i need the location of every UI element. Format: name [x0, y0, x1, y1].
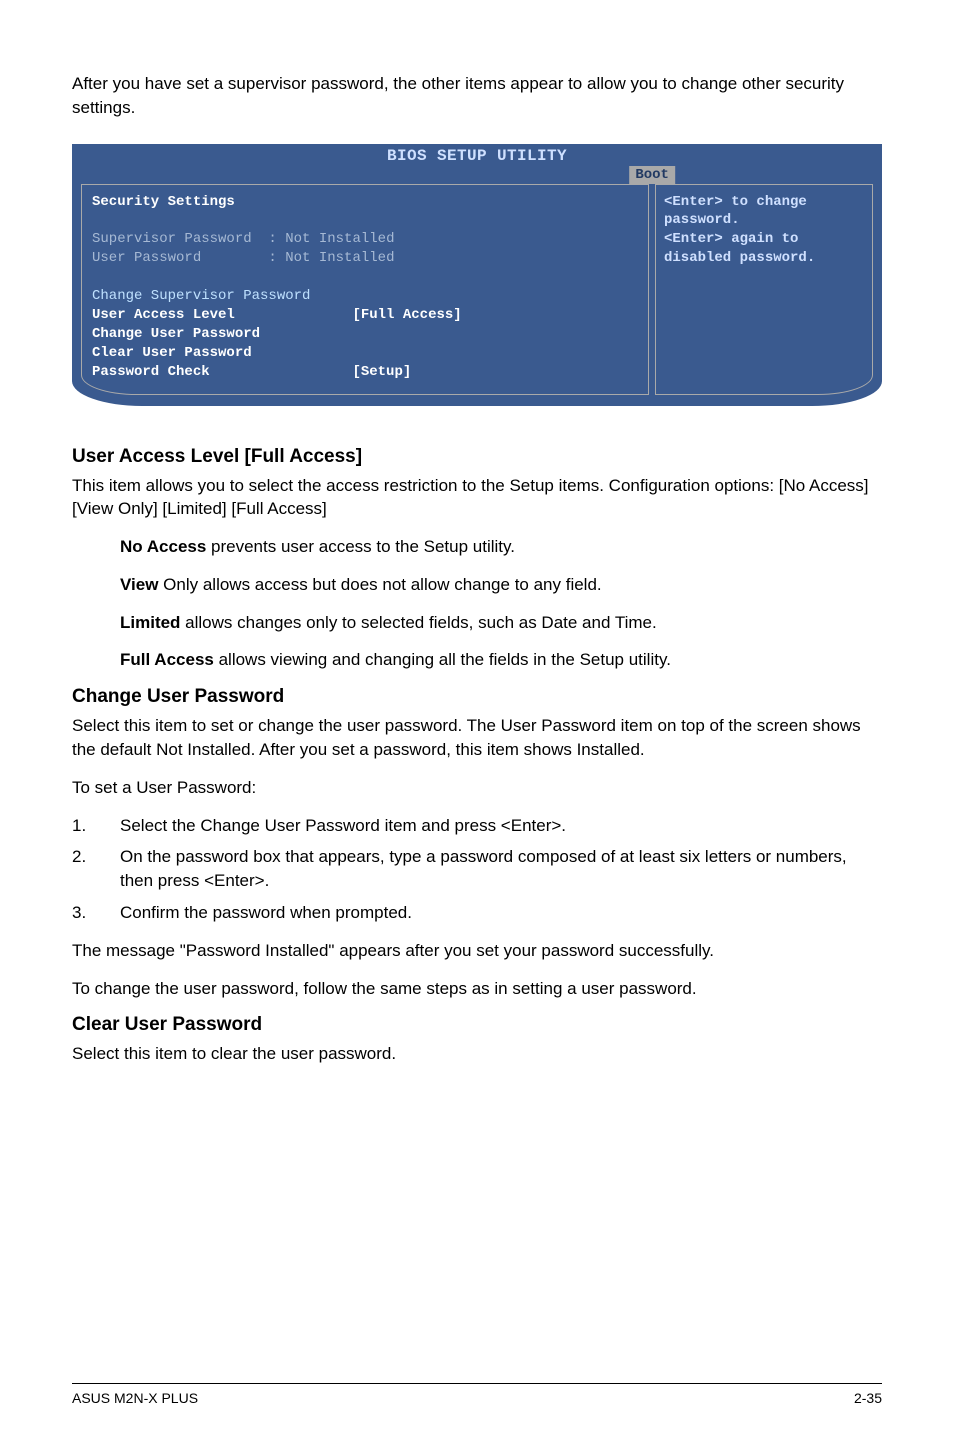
step-3-text: Confirm the password when prompted.	[120, 901, 412, 925]
step-2: 2.On the password box that appears, type…	[72, 845, 882, 893]
bios-tab: Boot	[629, 166, 675, 184]
sec1-b2-bold: View	[120, 575, 158, 594]
sec3-heading: Clear User Password	[72, 1014, 882, 1036]
user-pw-label: User Password :	[92, 250, 277, 266]
sec1-b2: View Only allows access but does not all…	[72, 573, 882, 597]
sec3-p1: Select this item to clear the user passw…	[72, 1042, 882, 1066]
sec1-b3-bold: Limited	[120, 613, 180, 632]
clear-user-pw: Clear User Password	[92, 345, 252, 361]
sec1-heading: User Access Level [Full Access]	[72, 446, 882, 468]
sec1-p1: This item allows you to select the acces…	[72, 474, 882, 522]
step-2-text: On the password box that appears, type a…	[120, 845, 882, 893]
change-sup-pw: Change Supervisor Password	[92, 288, 310, 304]
sec2-p3: The message "Password Installed" appears…	[72, 939, 882, 963]
change-user-pw: Change User Password	[92, 326, 260, 342]
sec1-b1: No Access prevents user access to the Se…	[72, 535, 882, 559]
sup-pw-value: Not Installed	[285, 231, 394, 247]
page-footer: ASUS M2N-X PLUS 2-35	[72, 1383, 882, 1406]
ual-value: [Full Access]	[352, 307, 461, 323]
bios-left-pane: Security Settings Supervisor Password : …	[81, 184, 649, 395]
step-num-1: 1.	[72, 814, 120, 838]
pwcheck-value: [Setup]	[352, 364, 411, 380]
bios-screenshot: BIOS SETUP UTILITY Boot Security Setting…	[72, 144, 882, 406]
sup-pw-label: Supervisor Password :	[92, 231, 277, 247]
sec1-b1-bold: No Access	[120, 537, 206, 556]
sec1-b3: Limited allows changes only to selected …	[72, 611, 882, 635]
sec1-b4-bold: Full Access	[120, 650, 214, 669]
sec1-b4: Full Access allows viewing and changing …	[72, 648, 882, 672]
sec1-b2-rest: Only allows access but does not allow ch…	[158, 575, 601, 594]
sec1-b1-rest: prevents user access to the Setup utilit…	[206, 537, 515, 556]
pwcheck-label: Password Check	[92, 364, 210, 380]
sec2-p4: To change the user password, follow the …	[72, 977, 882, 1001]
step-num-2: 2.	[72, 845, 120, 893]
step-1-text: Select the Change User Password item and…	[120, 814, 566, 838]
steps-list: 1.Select the Change User Password item a…	[72, 814, 882, 925]
step-num-3: 3.	[72, 901, 120, 925]
footer-left: ASUS M2N-X PLUS	[72, 1390, 198, 1406]
bios-sec-heading: Security Settings	[92, 194, 235, 210]
intro-text: After you have set a supervisor password…	[72, 72, 882, 120]
sec1-b3-rest: allows changes only to selected fields, …	[180, 613, 656, 632]
user-pw-value: Not Installed	[285, 250, 394, 266]
footer-right: 2-35	[854, 1390, 882, 1406]
step-3: 3.Confirm the password when prompted.	[72, 901, 882, 925]
step-1: 1.Select the Change User Password item a…	[72, 814, 882, 838]
sec2-heading: Change User Password	[72, 686, 882, 708]
sec1-b4-rest: allows viewing and changing all the fiel…	[214, 650, 671, 669]
ual-label: User Access Level	[92, 307, 235, 323]
sec2-p1: Select this item to set or change the us…	[72, 714, 882, 762]
bios-help-pane: <Enter> to change password. <Enter> agai…	[655, 184, 873, 395]
sec2-p2: To set a User Password:	[72, 776, 882, 800]
bios-title: BIOS SETUP UTILITY	[73, 145, 881, 165]
